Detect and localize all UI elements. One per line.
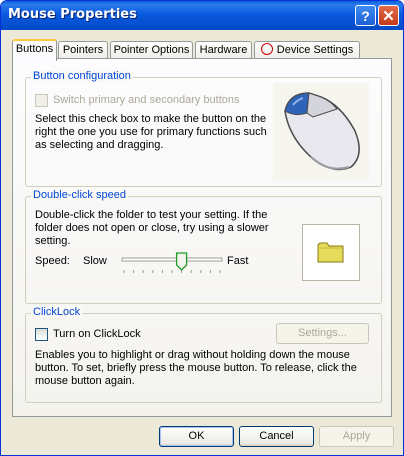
fast-label: Fast xyxy=(227,255,249,267)
device-settings-icon xyxy=(260,43,273,55)
tab-buttons-label: Buttons xyxy=(15,43,54,55)
folder-icon[interactable] xyxy=(317,240,345,264)
clicklock-settings-button[interactable]: Settings... xyxy=(276,323,369,344)
tab-pointer-options-label: Pointer Options xyxy=(113,44,190,56)
double-click-speed-label: Double-click speed xyxy=(31,189,128,201)
window-title: Mouse Properties xyxy=(8,7,137,22)
close-button[interactable]: ✕ xyxy=(378,5,399,26)
clicklock-checkbox-label: Turn on ClickLock xyxy=(53,328,141,340)
switch-buttons-checkbox[interactable] xyxy=(35,94,48,107)
double-click-speed-group: Double-click speed Double-click the fold… xyxy=(25,189,382,304)
slow-label: Slow xyxy=(83,255,107,267)
double-click-speed-slider[interactable] xyxy=(118,250,226,276)
button-configuration-description: Select this check box to make the button… xyxy=(35,113,267,151)
mouse-properties-window: Mouse Properties ? ✕ Buttons Pointers Po… xyxy=(0,0,404,456)
ok-button[interactable]: OK xyxy=(159,426,234,447)
tab-device-settings-label: Device Settings xyxy=(276,44,354,56)
tab-buttons[interactable]: Buttons xyxy=(12,39,57,61)
speed-label: Speed: xyxy=(35,255,70,267)
slider-thumb[interactable] xyxy=(175,252,188,271)
double-click-description: Double-click the folder to test your set… xyxy=(35,209,269,247)
help-button[interactable]: ? xyxy=(355,5,376,26)
clicklock-group: ClickLock Turn on ClickLock Settings... … xyxy=(25,306,382,403)
cancel-button[interactable]: Cancel xyxy=(239,426,314,447)
tab-pointers-label: Pointers xyxy=(62,44,104,56)
switch-buttons-label: Switch primary and secondary buttons xyxy=(53,94,240,106)
tab-strip: Buttons Pointers Pointer Options Hardwar… xyxy=(12,39,392,61)
button-configuration-label: Button configuration xyxy=(31,70,133,82)
button-configuration-group: Button configuration Switch primary and … xyxy=(25,70,382,187)
clicklock-label: ClickLock xyxy=(31,306,83,318)
apply-button[interactable]: Apply xyxy=(319,426,394,447)
clicklock-checkbox[interactable] xyxy=(35,328,48,341)
test-folder-area[interactable] xyxy=(302,224,360,281)
buttons-tab-panel: Button configuration Switch primary and … xyxy=(12,58,392,417)
clicklock-description: Enables you to highlight or drag without… xyxy=(35,349,357,387)
title-bar[interactable]: Mouse Properties ? ✕ xyxy=(1,1,403,30)
mouse-illustration-icon xyxy=(273,83,369,181)
tab-hardware-label: Hardware xyxy=(199,44,248,56)
